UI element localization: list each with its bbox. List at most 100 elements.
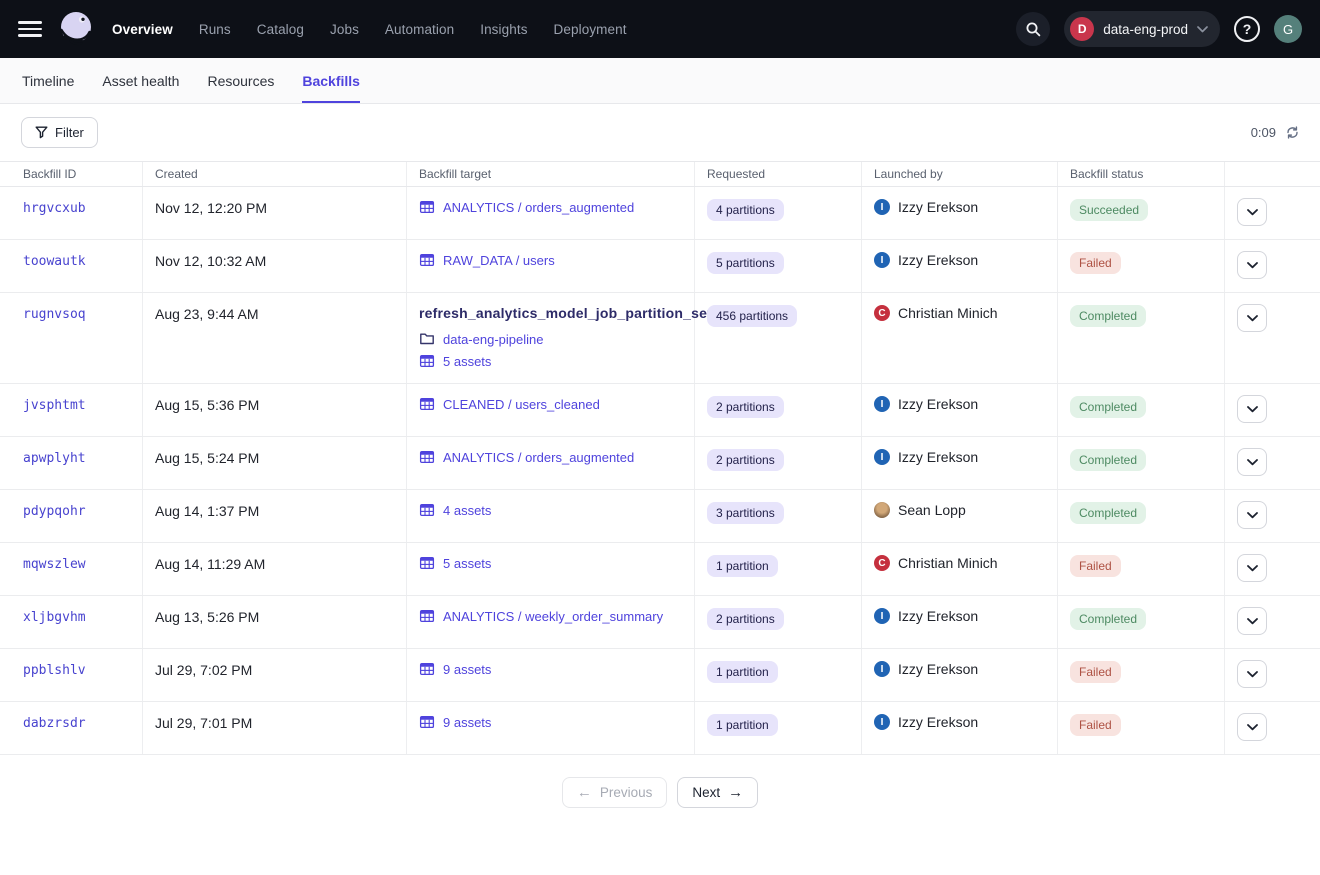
hamburger-menu-icon[interactable] [18, 21, 42, 37]
table-header-row: Backfill IDCreatedBackfill targetRequest… [0, 161, 1320, 187]
user-letter-avatar: I [874, 714, 890, 730]
launched-by-name: Izzy Erekson [898, 608, 978, 624]
table-icon [419, 555, 435, 571]
deployment-name: data-eng-prod [1103, 22, 1188, 37]
overview-tabs: Timeline Asset health Resources Backfills [0, 58, 1320, 104]
launched-by: I Izzy Erekson [874, 396, 1049, 412]
backfill-id-link[interactable]: jvsphtmt [23, 398, 86, 413]
target-link[interactable]: CLEANED / users_cleaned [443, 397, 600, 412]
backfill-target-line: ANALYTICS / orders_augmented [419, 199, 686, 215]
target-link[interactable]: ANALYTICS / orders_augmented [443, 200, 634, 215]
row-menu-button[interactable] [1237, 501, 1267, 529]
launched-by-name: Izzy Erekson [898, 252, 978, 268]
backfill-id-link[interactable]: rugnvsoq [23, 307, 86, 322]
backfill-id-link[interactable]: xljbgvhm [23, 610, 86, 625]
created-timestamp: Aug 15, 5:36 PM [155, 397, 259, 413]
row-menu-button[interactable] [1237, 448, 1267, 476]
row-menu-button[interactable] [1237, 713, 1267, 741]
filter-button[interactable]: Filter [21, 117, 98, 148]
column-header-launched-by: Launched by [862, 162, 1058, 186]
launched-by: CChristian Minich [874, 305, 1049, 321]
table-row: ppblshlvJul 29, 7:02 PM 9 assets1 partit… [0, 649, 1320, 702]
launched-by-name: Izzy Erekson [898, 396, 978, 412]
search-icon[interactable] [1016, 12, 1050, 46]
nav-item-deployment[interactable]: Deployment [554, 22, 627, 37]
backfill-id-link[interactable]: hrgvcxub [23, 201, 86, 216]
chevron-down-icon [1247, 315, 1258, 322]
backfill-id-link[interactable]: pdypqohr [23, 504, 86, 519]
target-link[interactable]: 9 assets [443, 715, 491, 730]
next-page-button[interactable]: Next → [677, 777, 758, 808]
previous-page-button[interactable]: ← Previous [562, 777, 668, 808]
backfill-status-badge: Failed [1070, 661, 1121, 683]
backfill-id-link[interactable]: toowautk [23, 254, 86, 269]
table-icon [419, 502, 435, 518]
target-link[interactable]: ANALYTICS / orders_augmented [443, 450, 634, 465]
table-icon [419, 449, 435, 465]
row-menu-button[interactable] [1237, 607, 1267, 635]
dagster-logo[interactable] [56, 9, 96, 49]
tab-backfills[interactable]: Backfills [302, 58, 360, 103]
row-menu-button[interactable] [1237, 554, 1267, 582]
row-menu-button[interactable] [1237, 395, 1267, 423]
requested-partitions-badge: 1 partition [707, 555, 778, 577]
column-header-backfill-target: Backfill target [407, 162, 695, 186]
next-page-label: Next [692, 785, 720, 800]
launched-by: IIzzy Erekson [874, 661, 1049, 677]
target-link[interactable]: 5 assets [443, 354, 491, 369]
tab-timeline[interactable]: Timeline [22, 58, 74, 103]
tab-resources[interactable]: Resources [207, 58, 274, 103]
table-row: toowautkNov 12, 10:32 AM RAW_DATA / user… [0, 240, 1320, 293]
requested-partitions-badge: 456 partitions [707, 305, 797, 327]
row-menu-button[interactable] [1237, 251, 1267, 279]
user-avatar[interactable]: G [1274, 15, 1302, 43]
backfill-status-badge: Completed [1070, 449, 1146, 471]
nav-item-insights[interactable]: Insights [480, 22, 527, 37]
target-link[interactable]: 9 assets [443, 662, 491, 677]
target-link[interactable]: RAW_DATA / users [443, 253, 555, 268]
backfill-id-link[interactable]: ppblshlv [23, 663, 86, 678]
backfill-id-link[interactable]: mqwszlew [23, 557, 86, 572]
user-letter-avatar: I [874, 449, 890, 465]
requested-partitions-badge: 2 partitions [707, 449, 784, 471]
table-icon [419, 353, 435, 369]
table-icon [419, 661, 435, 677]
backfill-status-badge: Failed [1070, 252, 1121, 274]
target-link[interactable]: ANALYTICS / weekly_order_summary [443, 609, 663, 624]
chevron-down-icon [1197, 26, 1208, 33]
nav-item-runs[interactable]: Runs [199, 22, 231, 37]
chevron-down-icon [1247, 724, 1258, 731]
tab-asset-health[interactable]: Asset health [102, 58, 179, 103]
nav-item-catalog[interactable]: Catalog [257, 22, 304, 37]
requested-partitions-badge: 4 partitions [707, 199, 784, 221]
user-letter-avatar: I [874, 396, 890, 412]
job-title-link[interactable]: refresh_analytics_model_job_partition_se… [419, 305, 712, 321]
user-letter-avatar: I [874, 661, 890, 677]
requested-partitions-badge: 2 partitions [707, 396, 784, 418]
backfill-id-link[interactable]: dabzrsdr [23, 716, 86, 731]
chevron-down-icon [1247, 459, 1258, 466]
nav-item-jobs[interactable]: Jobs [330, 22, 359, 37]
target-link[interactable]: data-eng-pipeline [443, 332, 543, 347]
target-link[interactable]: 5 assets [443, 556, 491, 571]
deployment-switcher[interactable]: D data-eng-prod [1064, 11, 1220, 47]
nav-item-overview[interactable]: Overview [112, 22, 173, 37]
target-link[interactable]: 4 assets [443, 503, 491, 518]
launched-by: Sean Lopp [874, 502, 1049, 518]
row-menu-button[interactable] [1237, 660, 1267, 688]
table-row: apwplyhtAug 15, 5:24 PM ANALYTICS / orde… [0, 437, 1320, 490]
refresh-icon[interactable] [1285, 125, 1300, 140]
row-menu-button[interactable] [1237, 198, 1267, 226]
help-icon[interactable]: ? [1234, 16, 1260, 42]
row-menu-button[interactable] [1237, 304, 1267, 332]
user-letter-avatar: I [874, 608, 890, 624]
table-row: rugnvsoq Aug 23, 9:44 AM refresh_analytics… [0, 293, 1320, 384]
table-icon [419, 252, 435, 268]
table-row: jvsphtmt Aug 15, 5:36 PM CLEANED / users_… [0, 384, 1320, 437]
created-timestamp: Aug 23, 9:44 AM [155, 306, 259, 322]
requested-partitions-badge: 3 partitions [707, 502, 784, 524]
nav-item-automation[interactable]: Automation [385, 22, 454, 37]
chevron-down-icon [1247, 565, 1258, 572]
backfill-id-link[interactable]: apwplyht [23, 451, 86, 466]
column-header-requested: Requested [695, 162, 862, 186]
